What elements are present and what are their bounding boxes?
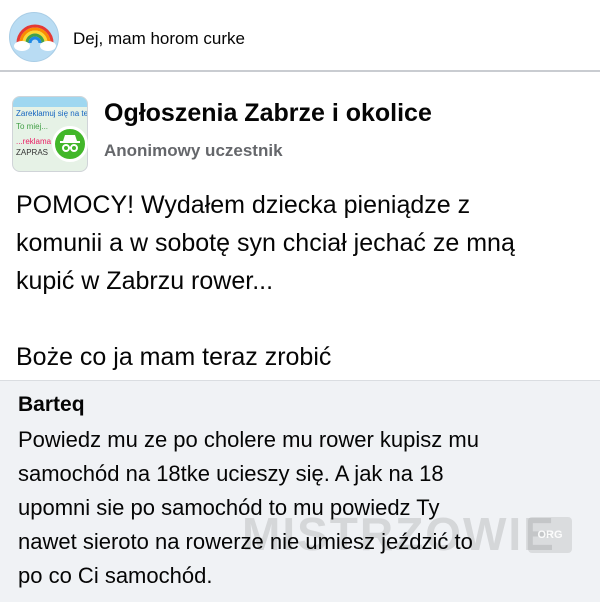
thumbnail-text: To miej... <box>16 122 49 131</box>
thumbnail-text: ...reklama <box>16 137 52 146</box>
top-bar: Dej, mam horom curke <box>0 0 600 72</box>
incognito-icon <box>52 126 88 162</box>
comment-line: Powiedz mu ze po cholere mu rower kupisz… <box>18 427 479 452</box>
post-line: komunii a w sobotę syn chciał jechać ze … <box>16 229 515 257</box>
comment-line: samochód na 18tke ucieszy się. A jak na … <box>18 461 444 486</box>
post-body: POMOCY! Wydałem dziecka pieniądze z komu… <box>16 186 600 376</box>
post-author: Anonimowy uczestnik <box>104 141 283 160</box>
comment-author[interactable]: Barteq <box>18 393 85 417</box>
post-header: Zareklamuj się na tej To miej... ...rekl… <box>0 72 600 180</box>
post-line: Boże co ja mam teraz zrobić <box>16 343 332 371</box>
rainbow-cloud-icon[interactable] <box>9 12 59 62</box>
post-line: POMOCY! Wydałem dziecka pieniądze z <box>16 191 471 219</box>
thumbnail-text: Zareklamuj się na tej <box>16 109 88 118</box>
comment-line: upomni sie po samochód to mu powiedz Ty <box>18 495 440 520</box>
comment-text: Powiedz mu ze po cholere mu rower kupisz… <box>18 423 598 593</box>
group-name[interactable]: Ogłoszenia Zabrze i okolice <box>104 99 432 128</box>
post-line: kupić w Zabrzu rower... <box>16 267 274 295</box>
profile-name[interactable]: Dej, mam horom curke <box>73 29 245 49</box>
comment: MISTRZOWIE ORG Barteq Powiedz mu ze po c… <box>0 380 600 602</box>
comment-line: nawet sieroto na rowerze nie umiesz jeźd… <box>18 529 473 554</box>
comment-line: po co Ci samochód. <box>18 563 213 588</box>
thumbnail-text: ZAPRAS <box>16 148 49 157</box>
post-spacer <box>16 300 600 338</box>
